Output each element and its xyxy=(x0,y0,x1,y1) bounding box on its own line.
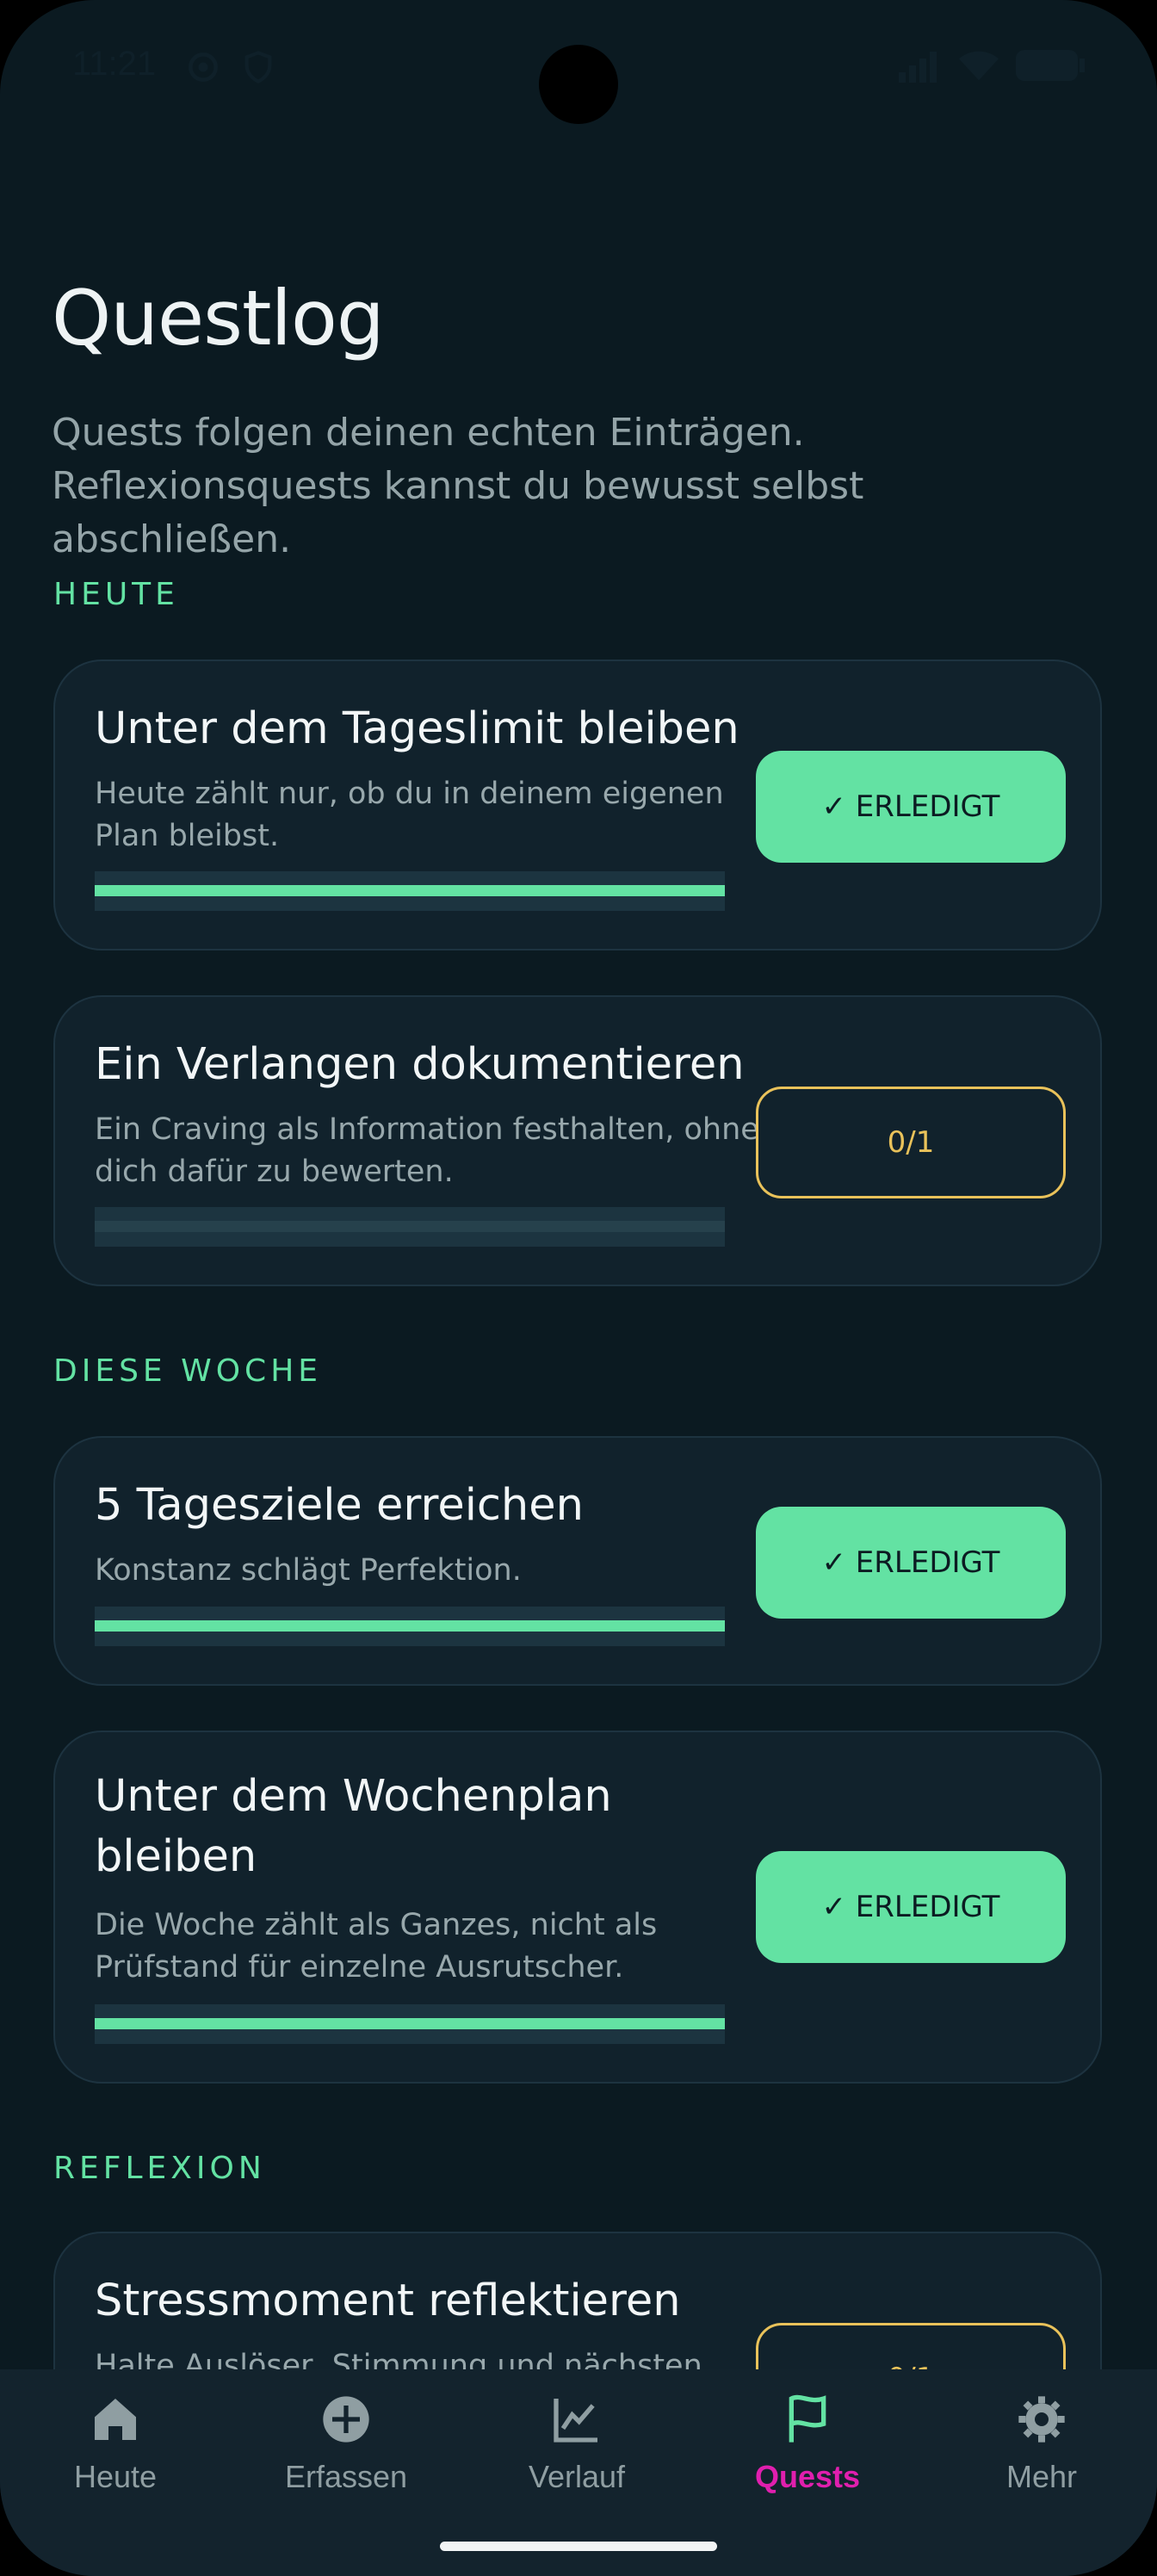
quest-progress-bar xyxy=(95,871,725,911)
nav-item-heute[interactable]: Heute xyxy=(0,2369,231,2542)
section-label-reflection: REFLEXION xyxy=(53,2151,266,2186)
page-intro: Quests folgen deinen echten Einträgen. R… xyxy=(52,411,864,561)
section-label-week: DIESE WOCHE xyxy=(53,1353,323,1389)
quest-progress-bar xyxy=(95,2004,725,2044)
quest-description: Die Woche zählt als Ganzes, nicht als Pr… xyxy=(95,1908,658,1985)
nav-label: Erfassen xyxy=(284,2459,408,2494)
nav-item-erfassen[interactable]: Erfassen xyxy=(231,2369,461,2542)
quest-card[interactable]: Unter dem Tageslimit bleiben Heute zählt… xyxy=(53,659,1102,951)
quest-card[interactable]: 5 Tagesziele erreichen Konstanz schlägt … xyxy=(53,1436,1102,1686)
home-icon xyxy=(95,2399,136,2440)
section-label-today: HEUTE xyxy=(53,577,179,612)
quest-progress-track xyxy=(95,1221,725,1232)
quest-title: Unter dem Tageslimit bleiben xyxy=(95,703,739,754)
signal-icon xyxy=(899,52,937,83)
page-title: Questlog xyxy=(52,274,385,362)
quest-progress-fill xyxy=(95,1620,725,1632)
quest-card[interactable]: Ein Verlangen dokumentieren Ein Craving … xyxy=(53,995,1102,1286)
quest-progress-fill xyxy=(95,2018,725,2029)
quest-progress-fill xyxy=(95,885,725,896)
quest-description: Konstanz schlägt Perfektion. xyxy=(95,1553,522,1588)
quest-title: 5 Tagesziele erreichen xyxy=(95,1480,584,1531)
quest-status-button[interactable]: ✓ ERLEDIGT xyxy=(756,751,1066,863)
nav-label: Mehr xyxy=(1005,2459,1078,2494)
quest-progress-bar xyxy=(95,1207,725,1247)
nav-label: Quests xyxy=(754,2459,861,2494)
nav-item-mehr[interactable]: Mehr xyxy=(926,2369,1157,2542)
battery-icon xyxy=(1016,50,1085,81)
quest-description: Ein Craving als Information festhalten, … xyxy=(95,1112,759,1189)
nav-item-quests[interactable]: Quests xyxy=(692,2369,923,2542)
gear-icon xyxy=(1018,2396,1065,2443)
nav-item-verlauf[interactable]: Verlauf xyxy=(461,2369,692,2542)
wifi-icon xyxy=(958,51,999,81)
phone-screen: 11:21 Questlog Quests folgen deinen echt… xyxy=(0,0,1157,2576)
quest-status-button[interactable]: ✓ ERLEDIGT xyxy=(756,1507,1066,1619)
quest-status-button[interactable]: ✓ ERLEDIGT xyxy=(756,1851,1066,1963)
home-indicator xyxy=(440,2542,717,2551)
shield-status-icon xyxy=(244,51,272,84)
settings-status-icon xyxy=(189,53,218,82)
nav-label: Heute xyxy=(73,2459,158,2494)
status-time: 11:21 xyxy=(72,45,157,83)
quest-title: Unter dem Wochenplan bleiben xyxy=(95,1771,612,1882)
quest-title: Ein Verlangen dokumentieren xyxy=(95,1039,745,1090)
quest-status-button[interactable]: 0/1 xyxy=(756,1087,1066,1198)
quest-title: Stressmoment reflektieren xyxy=(95,2276,681,2326)
quest-card[interactable]: Unter dem Wochenplan bleiben Die Woche z… xyxy=(53,1731,1102,2084)
quest-progress-bar xyxy=(95,1607,725,1646)
nav-label: Verlauf xyxy=(528,2459,626,2494)
camera-cutout xyxy=(539,45,618,124)
chart-icon xyxy=(554,2399,597,2443)
quest-description: Heute zählt nur, ob du in deinem eigenen… xyxy=(95,777,724,853)
add-circle-icon xyxy=(323,2396,369,2443)
flag-icon xyxy=(789,2394,826,2443)
